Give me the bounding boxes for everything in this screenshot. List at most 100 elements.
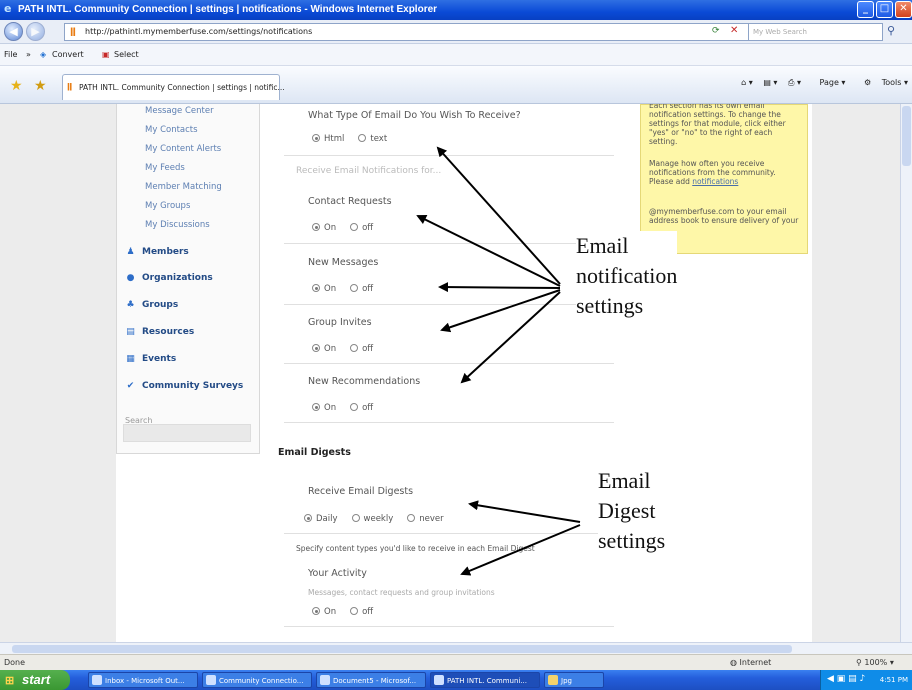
radio-daily[interactable]: Daily [304,514,338,524]
print-icon[interactable]: ⎙ ▾ [788,78,801,87]
sidebar-item-my-feeds[interactable]: My Feeds [145,163,185,173]
add-favorite-icon[interactable]: ★ [34,78,47,94]
radio-dot-icon [407,514,416,522]
radio-off[interactable]: off [350,344,373,354]
start-button[interactable]: ⊞ start [0,670,70,690]
maximize-button[interactable]: □ [876,1,893,18]
contact-requests-label: Contact Requests [308,196,392,207]
sidebar-item-my-discussions[interactable]: My Discussions [145,220,210,230]
chevron-icon[interactable]: » [26,50,31,59]
radio-on[interactable]: On [312,284,336,294]
taskbar-item-label: PATH INTL. Communi... [447,677,528,685]
sidebar-item-members[interactable]: ♟ Members [125,247,188,257]
vertical-scrollbar[interactable] [900,104,912,642]
tools-menu[interactable]: ⚙ Tools ▾ [856,78,908,87]
new-recommendations-label: New Recommendations [308,376,421,387]
radio-on[interactable]: On [312,607,336,617]
scroll-thumb[interactable] [12,645,792,653]
callout-line: Email [598,468,651,493]
taskbar-item-jpg[interactable]: Jpg [544,672,604,688]
settings-content: What Type Of Email Do You Wish To Receiv… [262,104,634,642]
clock: 4:51 PM [879,676,908,684]
zoom-level[interactable]: ⚲ 100% ▾ [856,658,894,667]
convert-button[interactable]: Convert [52,50,84,59]
sidebar-item-my-content-alerts[interactable]: My Content Alerts [145,144,221,154]
home-icon[interactable]: ⌂ ▾ [741,78,753,87]
radio-dot-icon [350,284,359,292]
sidebar-item-events[interactable]: ▦ Events [125,354,176,364]
favorites-star-icon[interactable]: ★ [10,78,23,94]
sidebar-item-community-surveys[interactable]: ✔ Community Surveys [125,381,244,391]
right-margin [812,104,900,642]
taskbar-item-document[interactable]: Document5 - Microsof... [316,672,426,688]
radio-label: off [362,403,374,413]
ie-logo-icon: e [4,2,12,15]
your-activity-label: Your Activity [308,568,367,579]
page-menu[interactable]: Page ▾ [812,78,846,87]
radio-on[interactable]: On [312,344,336,354]
site-favicon-icon: ǁ [70,27,76,37]
address-url[interactable]: http://pathintl.mymemberfuse.com/setting… [85,27,312,36]
minimize-button[interactable]: _ [857,1,874,18]
tray-icons[interactable]: ◀ ▣ ▤ ♪ [827,674,865,684]
status-text: Done [4,658,26,667]
browser-tab[interactable]: ǁ PATH INTL. Community Connection | sett… [62,74,285,100]
close-button[interactable]: ✕ [895,1,912,18]
divider [284,533,614,534]
links-toolbar: File » ◈ Convert ▣ Select [0,44,912,66]
taskbar-item-community[interactable]: Community Connectio... [202,672,312,688]
tools-menu-label: Tools [881,78,902,87]
sidebar-item-organizations[interactable]: ● Organizations [125,273,213,283]
zoom-icon: ⚲ [856,658,862,667]
horizontal-scrollbar[interactable] [0,642,912,654]
scroll-thumb[interactable] [902,106,911,166]
radio-off[interactable]: off [350,607,373,617]
radio-weekly[interactable]: weekly [351,514,393,524]
radio-off[interactable]: off [350,223,373,233]
sidebar-item-resources[interactable]: ▤ Resources [125,327,194,337]
sidebar-item-my-contacts[interactable]: My Contacts [145,125,198,135]
radio-label: On [324,284,337,294]
search-icon[interactable]: ⚲ [887,24,895,37]
sidebar-item-groups[interactable]: ♣ Groups [125,300,178,310]
radio-dot-icon [312,403,320,411]
radio-dot-icon [350,403,359,411]
radio-on[interactable]: On [312,223,336,233]
sidebar-search-input[interactable] [123,424,251,442]
radio-off[interactable]: off [350,403,373,413]
menu-file[interactable]: File [4,50,17,59]
zoom-value: 100% [864,658,888,667]
system-tray: ◀ ▣ ▤ ♪ 4:51 PM [820,670,912,690]
command-bar: ⌂ ▾ ▤ ▾ ⎙ ▾ Page ▾ ⚙ Tools ▾ [733,78,908,88]
sidebar-item-my-groups[interactable]: My Groups [145,201,190,211]
search-input[interactable]: My Web Search [748,23,883,41]
taskbar-item-outlook[interactable]: Inbox - Microsoft Out... [88,672,198,688]
your-activity-radio-group: On off [312,607,387,617]
security-zone-label: Internet [739,658,772,667]
status-bar: Done ◍ Internet ⚲ 100% ▾ [0,654,912,670]
radio-dot-icon [312,223,320,231]
select-button[interactable]: Select [114,50,139,59]
taskbar: ⊞ start Inbox - Microsoft Out... Communi… [0,670,912,690]
radio-label: On [324,223,337,233]
search-placeholder: My Web Search [753,28,807,36]
taskbar-item-ie[interactable]: PATH INTL. Communi... [430,672,540,688]
radio-off[interactable]: off [350,284,373,294]
stop-icon[interactable]: ✕ [730,25,738,36]
forward-button[interactable]: ▶ [26,22,45,41]
word-icon [320,675,330,685]
sidebar-item-message-center[interactable]: Message Center [145,106,214,116]
back-button[interactable]: ◀ [4,22,23,41]
radio-text[interactable]: text [358,134,387,144]
refresh-icon[interactable]: ⟳ [712,26,720,36]
sidebar-item-member-matching[interactable]: Member Matching [145,182,222,192]
sidebar-item-label: Groups [142,300,179,310]
feeds-icon[interactable]: ▤ ▾ [763,78,777,87]
radio-never[interactable]: never [407,514,444,524]
notifications-link[interactable]: notifications [692,177,738,186]
checkmark-icon: ✔ [126,381,135,391]
radio-on[interactable]: On [312,403,336,413]
address-bar[interactable]: ǁ http://pathintl.mymemberfuse.com/setti… [64,23,804,41]
radio-html[interactable]: Html [312,134,344,144]
sidebar-item-label: Events [142,354,177,364]
